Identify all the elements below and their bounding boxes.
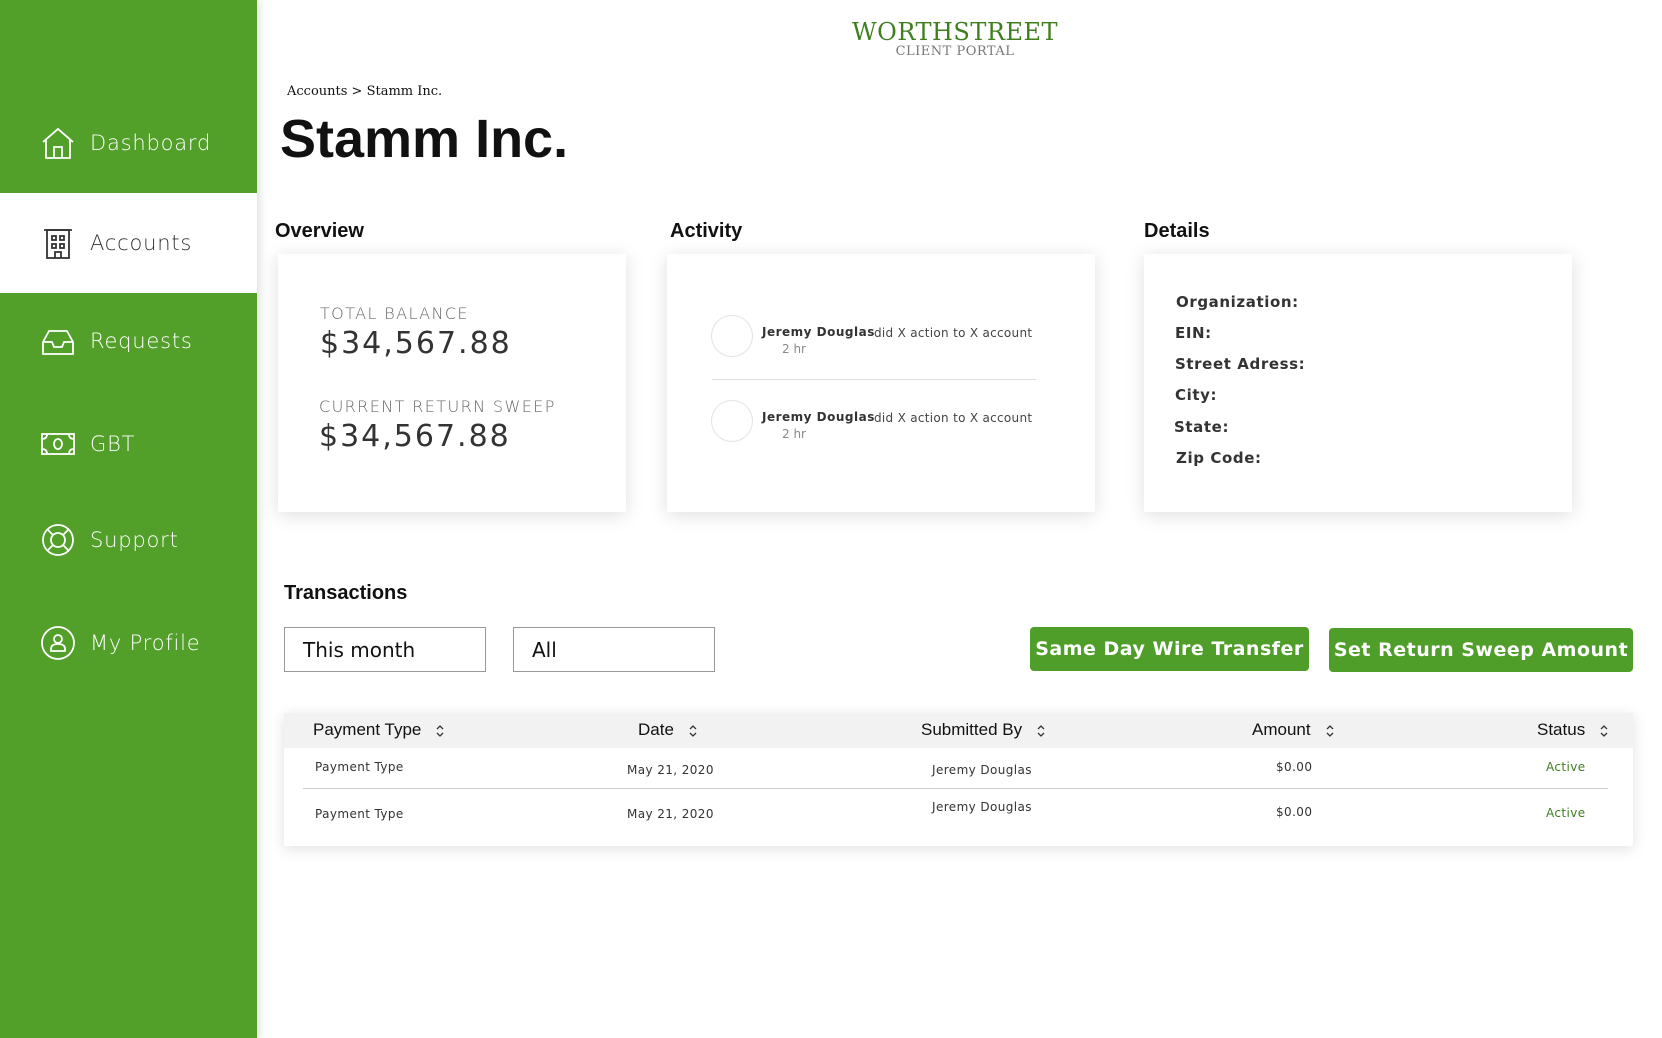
page-title: Stamm Inc. — [280, 109, 569, 169]
sidebar-item-label: Accounts — [90, 231, 193, 255]
transactions-table: Payment Type Date Submitted By Amount St… — [284, 713, 1633, 846]
sort-icon[interactable] — [1325, 723, 1335, 737]
activity-time: 2 hr — [782, 427, 806, 441]
sort-icon[interactable] — [1036, 723, 1046, 737]
table-header: Payment Type Date Submitted By Amount St… — [284, 713, 1633, 748]
sidebar-item-label: Support — [90, 528, 179, 552]
column-header-label: Status — [1537, 720, 1586, 739]
sidebar: Dashboard Accounts Requests GBT Support — [0, 0, 257, 1038]
period-filter-select[interactable]: This month — [284, 627, 486, 672]
activity-title: Activity — [670, 220, 743, 242]
cell-submitted-by: Jeremy Douglas — [932, 763, 1032, 777]
sidebar-item-gbt[interactable]: GBT — [0, 394, 257, 494]
activity-text: did X action to X account — [874, 411, 1033, 425]
sidebar-item-label: GBT — [90, 432, 136, 456]
activity-card: Jeremy Douglas did X action to X account… — [667, 254, 1095, 512]
activity-user-name[interactable]: Jeremy Douglas — [762, 325, 875, 339]
cell-amount: $0.00 — [1276, 805, 1313, 819]
user-icon — [40, 625, 76, 661]
transactions-title: Transactions — [284, 582, 408, 604]
set-return-sweep-button[interactable]: Set Return Sweep Amount — [1329, 628, 1633, 672]
column-header-status[interactable]: Status — [1537, 720, 1609, 740]
return-sweep-value: $34,567.88 — [319, 419, 511, 454]
sidebar-item-dashboard[interactable]: Dashboard — [0, 93, 257, 193]
column-header-label: Submitted By — [921, 720, 1023, 739]
sidebar-item-label: Dashboard — [90, 131, 212, 155]
cell-payment-type: Payment Type — [315, 807, 404, 821]
sidebar-item-support[interactable]: Support — [0, 490, 257, 590]
detail-organization-label: Organization: — [1176, 293, 1299, 311]
detail-city-label: City: — [1175, 386, 1218, 404]
brand-subtitle: CLIENT PORTAL — [895, 44, 1015, 59]
cash-icon — [40, 426, 76, 462]
breadcrumb[interactable]: Accounts > Stamm Inc. — [287, 84, 442, 99]
return-sweep-label: CURRENT RETURN SWEEP — [319, 397, 556, 416]
sidebar-item-my-profile[interactable]: My Profile — [0, 593, 257, 693]
row-divider — [303, 788, 1608, 789]
overview-title: Overview — [275, 220, 364, 242]
cell-submitted-by: Jeremy Douglas — [932, 800, 1032, 814]
lifebuoy-icon — [40, 522, 76, 558]
status-badge: Active — [1546, 760, 1586, 774]
total-balance-value: $34,567.88 — [320, 326, 512, 361]
avatar — [711, 400, 753, 442]
activity-text: did X action to X account — [874, 326, 1033, 340]
home-icon — [40, 125, 76, 161]
detail-state-label: State: — [1174, 418, 1230, 436]
details-title: Details — [1144, 220, 1210, 242]
sort-icon[interactable] — [688, 723, 698, 737]
sort-icon[interactable] — [1599, 723, 1609, 737]
activity-user-name[interactable]: Jeremy Douglas — [762, 410, 875, 424]
activity-time: 2 hr — [782, 342, 806, 356]
brand-name: WORTHSTREET — [852, 18, 1058, 46]
sort-icon[interactable] — [435, 723, 445, 737]
column-header-date[interactable]: Date — [638, 720, 698, 740]
column-header-label: Payment Type — [313, 720, 422, 739]
overview-card: TOTAL BALANCE $34,567.88 CURRENT RETURN … — [278, 254, 626, 512]
activity-divider — [712, 379, 1036, 380]
detail-zip-label: Zip Code: — [1176, 449, 1262, 467]
column-header-amount[interactable]: Amount — [1252, 720, 1335, 740]
cell-date: May 21, 2020 — [627, 807, 714, 821]
sidebar-item-label: My Profile — [90, 631, 201, 655]
avatar — [711, 315, 753, 357]
cell-date: May 21, 2020 — [627, 763, 714, 777]
column-header-label: Amount — [1252, 720, 1311, 739]
status-badge: Active — [1546, 806, 1586, 820]
column-header-label: Date — [638, 720, 674, 739]
column-header-submitted-by[interactable]: Submitted By — [921, 720, 1046, 740]
detail-ein-label: EIN: — [1175, 324, 1212, 342]
brand-logo: WORTHSTREET CLIENT PORTAL — [820, 18, 1090, 59]
type-filter-select[interactable]: All — [513, 627, 715, 672]
cell-amount: $0.00 — [1276, 760, 1313, 774]
same-day-wire-transfer-button[interactable]: Same Day Wire Transfer — [1030, 627, 1309, 671]
inbox-icon — [40, 323, 76, 359]
sidebar-item-label: Requests — [90, 329, 193, 353]
column-header-payment-type[interactable]: Payment Type — [313, 720, 445, 740]
details-card: Organization: EIN: Street Adress: City: … — [1144, 254, 1572, 512]
cell-payment-type: Payment Type — [315, 760, 404, 774]
detail-street-label: Street Adress: — [1175, 355, 1306, 373]
building-icon — [40, 225, 76, 261]
app-root: Dashboard Accounts Requests GBT Support — [0, 0, 1662, 1038]
sidebar-item-requests[interactable]: Requests — [0, 291, 257, 391]
sidebar-item-accounts[interactable]: Accounts — [0, 193, 257, 293]
total-balance-label: TOTAL BALANCE — [320, 304, 469, 323]
